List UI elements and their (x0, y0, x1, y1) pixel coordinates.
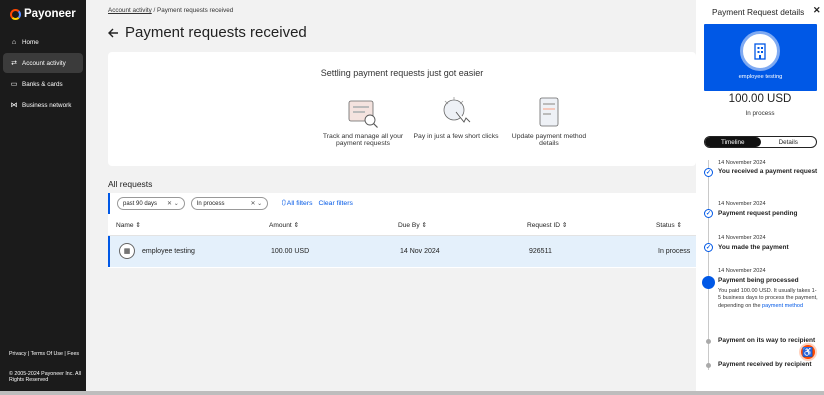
request-icon: ▦ (119, 243, 135, 259)
requests-section-title: All requests (108, 179, 153, 189)
breadcrumb-current: Payment requests received (157, 7, 234, 14)
promo-item-label: Update payment method details (511, 133, 587, 148)
timeline-date: 14 November 2024 (718, 160, 766, 166)
main-content: Account activity / Payment requests rece… (86, 0, 696, 391)
column-label: Due By (398, 221, 420, 229)
row-status: In process (658, 248, 691, 255)
sidebar-item-account-activity[interactable]: ⇄ Account activity (3, 53, 83, 73)
column-header-name[interactable]: Name ⇕ (116, 221, 141, 229)
column-label: Status (656, 221, 675, 229)
timeline-date: 14 November 2024 (718, 268, 766, 274)
update-method-illustration-icon (531, 96, 567, 130)
column-header-amount[interactable]: Amount ⇕ (269, 221, 299, 229)
filter-bar: past 90 days ✕ ⌄ In process ✕ ⌄ ⩇ All fi… (108, 193, 696, 214)
tab-details[interactable]: Details (761, 137, 817, 147)
clear-filters-link[interactable]: Clear filters (318, 200, 352, 207)
back-arrow-icon[interactable] (108, 28, 119, 38)
column-header-due-by[interactable]: Due By ⇕ (398, 221, 427, 229)
payoneer-logo-icon (10, 8, 21, 20)
column-header-status[interactable]: Status ⇕ (656, 221, 682, 229)
tab-timeline[interactable]: Timeline (705, 137, 761, 147)
sidebar: Payoneer ⌂ Home ⇄ Account activity ▭ Ban… (0, 0, 86, 391)
table-row[interactable]: ▦ employee testing 100.00 USD 14 Nov 202… (108, 236, 696, 267)
row-name: employee testing (142, 248, 195, 255)
timeline-title: Payment request pending (718, 210, 798, 217)
accessibility-icon[interactable]: ♿ (799, 343, 817, 361)
promo-item-label: Pay in just a few short clicks (413, 133, 499, 140)
promo-item-update: Update payment method details (504, 96, 594, 148)
row-amount: 100.00 USD (271, 248, 310, 255)
window-bottom-edge (0, 391, 824, 395)
check-icon: ✓ (704, 168, 713, 177)
sidebar-item-label: Home (22, 38, 39, 46)
timeline-title: You received a payment request (718, 168, 818, 175)
sidebar-item-business-network[interactable]: ⋈ Business network (3, 95, 83, 115)
status-filter-chip[interactable]: In process ✕ ⌄ (190, 197, 269, 210)
column-label: Request ID (527, 221, 560, 229)
building-icon (740, 31, 780, 71)
clear-status-filter-icon[interactable]: ✕ ⌄ (250, 200, 262, 207)
promo-item-pay: Pay in just a few short clicks (411, 96, 501, 140)
breadcrumb: Account activity / Payment requests rece… (108, 7, 233, 14)
track-requests-illustration-icon (345, 96, 381, 130)
page-header: Payment requests received (108, 24, 307, 41)
column-label: Amount (269, 221, 292, 229)
brand-name: Payoneer (24, 8, 76, 20)
breadcrumb-separator: / (153, 7, 156, 14)
timeline-date: 14 November 2024 (718, 201, 766, 207)
sidebar-item-label: Account activity (22, 59, 66, 67)
copyright: © 2005-2024 Payoneer Inc. All Rights Res… (9, 371, 81, 384)
timeline-title: Payment being processed (718, 277, 799, 284)
check-icon: ✓ (704, 209, 713, 218)
promo-item-label: Track and manage all your payment reques… (322, 133, 404, 148)
timeline-title: You made the payment (718, 244, 789, 251)
sidebar-item-banks-cards[interactable]: ▭ Banks & cards (3, 74, 83, 94)
details-panel: Payment Request details ✕ employee testi… (696, 0, 824, 391)
promo-item-track: Track and manage all your payment reques… (318, 96, 408, 148)
payment-method-link[interactable]: payment method (762, 303, 803, 309)
sidebar-nav: ⌂ Home ⇄ Account activity ▭ Banks & card… (0, 31, 86, 116)
panel-title: Payment Request details (712, 7, 805, 17)
panel-amount: 100.00 USD (728, 93, 792, 105)
payoneer-logo[interactable]: Payoneer (10, 8, 76, 20)
page-title: Payment requests received (125, 24, 307, 41)
row-request-id: 926511 (529, 248, 552, 255)
promo-title: Settling payment requests just got easie… (320, 68, 484, 78)
sidebar-item-label: Business network (22, 101, 72, 109)
column-label: Name (116, 221, 134, 229)
all-filters-label: All filters (286, 199, 313, 207)
check-icon: ✓ (704, 243, 713, 252)
payer-card: employee testing (704, 24, 817, 91)
table-header: Name ⇕ Amount ⇕ Due By ⇕ Request ID ⇕ St… (108, 214, 696, 236)
clear-date-filter-icon[interactable]: ✕ ⌄ (167, 200, 179, 207)
panel-status: In process (745, 110, 775, 117)
footer-links[interactable]: Privacy | Terms Of Use | Fees (9, 351, 81, 357)
bank-icon: ▭ (10, 81, 18, 88)
promo-banner: Settling payment requests just got easie… (108, 52, 696, 166)
current-step-icon (702, 276, 715, 289)
network-icon: ⋈ (10, 102, 18, 109)
timeline-description: You paid 100.00 USD. It usually takes 1-… (718, 288, 819, 310)
row-due-by: 14 Nov 2024 (400, 248, 440, 255)
timeline-title: Payment received by recipient (718, 361, 812, 368)
requests-table: past 90 days ✕ ⌄ In process ✕ ⌄ ⩇ All fi… (108, 193, 696, 268)
pending-step-icon (706, 363, 711, 368)
sidebar-item-home[interactable]: ⌂ Home (3, 32, 83, 52)
pending-step-icon (706, 339, 711, 344)
panel-tabs: Timeline Details (704, 136, 817, 148)
close-icon[interactable]: ✕ (813, 5, 821, 16)
breadcrumb-parent-link[interactable]: Account activity (108, 7, 152, 14)
date-filter-value: past 90 days (123, 200, 158, 207)
timeline-date: 14 November 2024 (718, 235, 766, 241)
home-icon: ⌂ (11, 38, 17, 46)
payer-name: employee testing (738, 74, 783, 80)
sidebar-item-label: Banks & cards (22, 80, 63, 88)
date-filter-chip[interactable]: past 90 days ✕ ⌄ (117, 197, 185, 210)
status-filter-value: In process (196, 200, 225, 207)
swap-icon: ⇄ (11, 60, 17, 67)
pay-clicks-illustration-icon (438, 96, 474, 130)
all-filters-link[interactable]: ⩇ All filters (282, 200, 312, 208)
column-header-request-id[interactable]: Request ID ⇕ (527, 221, 567, 229)
